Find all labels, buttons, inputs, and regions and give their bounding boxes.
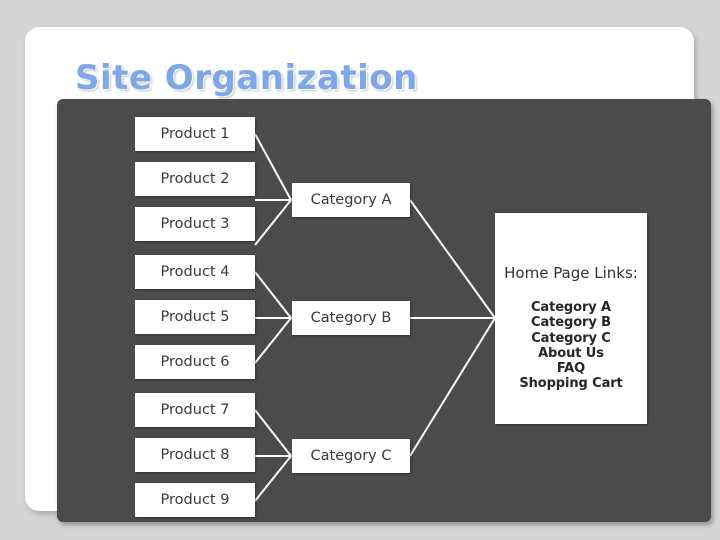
node-label: Category C	[310, 448, 392, 464]
home-page-link-item[interactable]: Category C	[495, 331, 647, 346]
node-label: Product 5	[160, 309, 230, 325]
node-category-c[interactable]: Category C	[292, 439, 410, 473]
home-page-link-item[interactable]: Category B	[495, 315, 647, 330]
home-page-link-item[interactable]: Shopping Cart	[495, 376, 647, 391]
node-product-3[interactable]: Product 3	[135, 207, 255, 241]
home-page-links-list: Category A Category B Category C About U…	[495, 300, 647, 392]
node-label: Product 8	[160, 447, 230, 463]
connector-product-6	[254, 317, 292, 364]
home-page-link-item[interactable]: Category A	[495, 300, 647, 315]
node-product-7[interactable]: Product 7	[135, 393, 255, 427]
node-product-2[interactable]: Product 2	[135, 162, 255, 196]
node-label: Category A	[310, 192, 392, 208]
connector-product-9	[254, 455, 292, 502]
node-product-9[interactable]: Product 9	[135, 483, 255, 517]
home-page-link-item[interactable]: FAQ	[495, 361, 647, 376]
node-label: Product 7	[160, 402, 230, 418]
connector-product-1	[254, 133, 292, 201]
connector-product-3	[254, 199, 292, 246]
node-home-page-links[interactable]: Home Page Links: Category A Category B C…	[495, 213, 647, 424]
connector-category-c	[409, 317, 496, 457]
node-label: Product 6	[160, 354, 230, 370]
node-product-1[interactable]: Product 1	[135, 117, 255, 151]
node-product-6[interactable]: Product 6	[135, 345, 255, 379]
diagram-panel: Product 1 Product 2 Product 3 Product 4 …	[57, 99, 711, 522]
connector-category-a	[409, 199, 496, 319]
node-product-5[interactable]: Product 5	[135, 300, 255, 334]
node-label: Product 2	[160, 171, 230, 187]
home-page-link-item[interactable]: About Us	[495, 346, 647, 361]
slide-canvas: Site Organization Product 1 Product 2 Pr…	[0, 0, 720, 540]
node-label: Category B	[310, 310, 392, 326]
node-product-4[interactable]: Product 4	[135, 255, 255, 289]
slide-card: Site Organization Product 1 Product 2 Pr…	[25, 27, 711, 522]
node-category-a[interactable]: Category A	[292, 183, 410, 217]
node-label: Product 1	[160, 126, 230, 142]
node-label: Product 4	[160, 264, 230, 280]
connector-product-7	[254, 409, 292, 457]
home-page-links-heading: Home Page Links:	[504, 264, 638, 282]
node-category-b[interactable]: Category B	[292, 301, 410, 335]
page-title: Site Organization	[75, 58, 418, 98]
node-label: Product 3	[160, 216, 230, 232]
node-label: Product 9	[160, 492, 230, 508]
node-product-8[interactable]: Product 8	[135, 438, 255, 472]
connector-product-4	[254, 271, 292, 319]
